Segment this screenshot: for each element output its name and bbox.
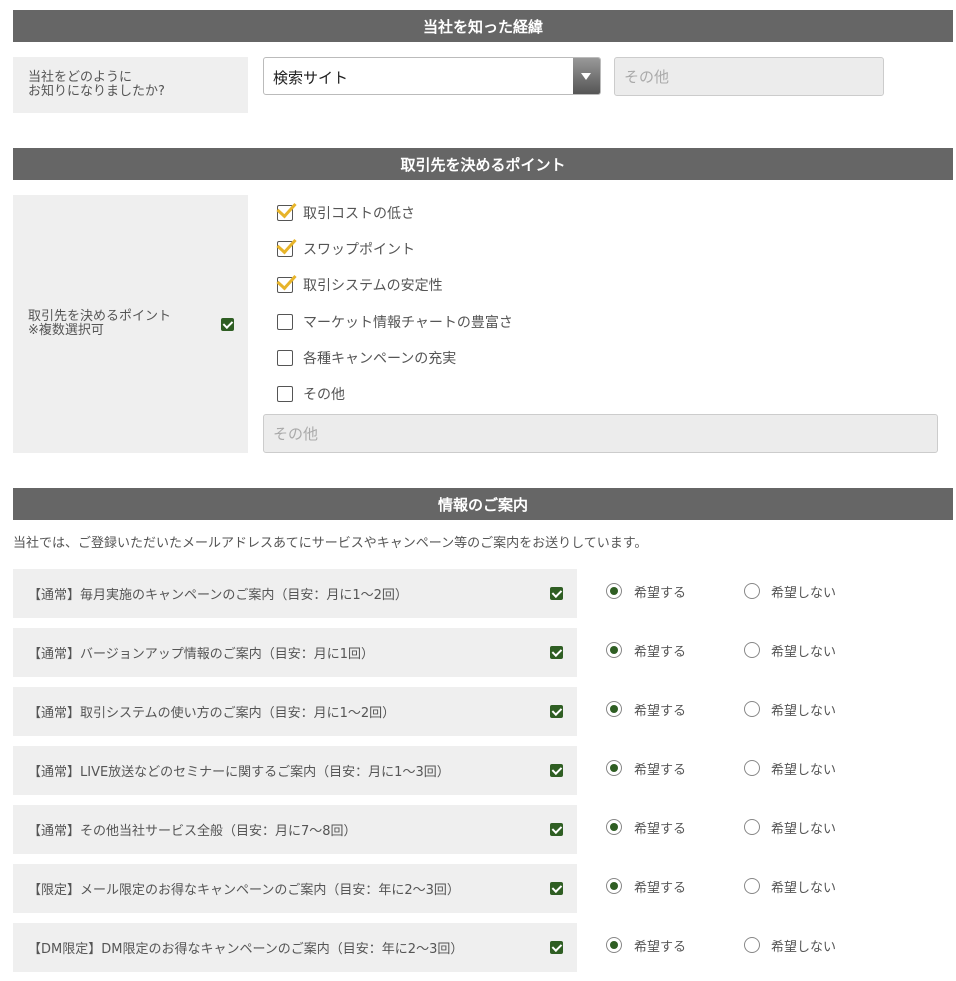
radio-no[interactable] <box>744 937 760 953</box>
checkbox[interactable] <box>277 314 293 330</box>
radio-no-label: 希望しない <box>771 645 837 660</box>
info-label-cell: 【通常】バージョンアップ情報のご案内（目安：月に1回） <box>13 628 577 677</box>
section-title: 当社を知った経緯 <box>422 17 543 36</box>
info-label-cell: 【通常】LIVE放送などのセミナーに関するご案内（目安：月に1～3回） <box>13 746 577 795</box>
checkbox[interactable] <box>277 350 293 366</box>
decision-option-label: スワップポイント <box>303 242 415 258</box>
decision-option-label: 各種キャンペーンの充実 <box>303 351 457 367</box>
decision-label-cell: 取引先を決めるポイント ※複数選択可 <box>13 195 248 453</box>
info-label: 【限定】メール限定のお得なキャンペーンのご案内（目安：年に2～3回） <box>28 883 460 898</box>
decision-option-label: 取引コストの低さ <box>303 206 415 222</box>
decision-option[interactable]: スワップポイント <box>276 233 415 259</box>
info-label: 【通常】毎月実施のキャンペーンのご案内（目安：月に1～2回） <box>28 588 408 603</box>
referral-label-line1: 当社をどのように <box>28 70 133 85</box>
info-label-cell: 【限定】メール限定のお得なキャンペーンのご案内（目安：年に2～3回） <box>13 864 577 913</box>
info-label-cell: 【通常】毎月実施のキャンペーンのご案内（目安：月に1～2回） <box>13 569 577 618</box>
required-check-icon <box>550 764 563 777</box>
radio-yes-label: 希望する <box>634 645 687 660</box>
referral-label-cell: 当社をどのように お知りになりましたか? <box>13 57 248 113</box>
radio-no-label: 希望しない <box>771 881 837 896</box>
decision-label-line1: 取引先を決めるポイント <box>28 309 172 324</box>
decision-label: 取引先を決めるポイント ※複数選択可 <box>28 310 171 338</box>
checkmark-icon <box>276 269 297 291</box>
decision-option-label: マーケット情報チャートの豊富さ <box>303 315 513 331</box>
radio-no-label: 希望しない <box>771 763 837 778</box>
section-header-info: 情報のご案内 <box>13 488 953 520</box>
radio-no[interactable] <box>744 760 760 776</box>
radio-yes[interactable] <box>606 937 622 953</box>
required-check-icon <box>550 587 563 600</box>
checkmark-icon <box>276 197 297 219</box>
decision-other-placeholder: その他 <box>273 425 319 443</box>
info-intro-text: 当社では、ご登録いただいたメールアドレスあてにサービスやキャンペーン等のご案内を… <box>13 536 648 551</box>
referral-other-placeholder: その他 <box>624 68 670 86</box>
radio-no[interactable] <box>744 642 760 658</box>
radio-no[interactable] <box>744 583 760 599</box>
decision-option[interactable]: その他 <box>277 384 345 404</box>
referral-label: 当社をどのように お知りになりましたか? <box>28 71 165 99</box>
decision-option[interactable]: マーケット情報チャートの豊富さ <box>277 312 513 332</box>
referral-select-value: 検索サイト <box>273 69 349 87</box>
decision-option-label: その他 <box>303 387 345 403</box>
decision-option[interactable]: 各種キャンペーンの充実 <box>277 348 456 368</box>
required-check-icon <box>550 705 563 718</box>
section-header-referral: 当社を知った経緯 <box>13 10 953 42</box>
section-header-decision-points: 取引先を決めるポイント <box>13 148 953 180</box>
info-label: 【通常】取引システムの使い方のご案内（目安：月に1～2回） <box>28 706 396 721</box>
radio-yes[interactable] <box>606 819 622 835</box>
info-label: 【通常】バージョンアップ情報のご案内（目安：月に1回） <box>28 647 375 662</box>
radio-yes-label: 希望する <box>634 822 687 837</box>
referral-other-input[interactable]: その他 <box>614 57 884 96</box>
section-title: 情報のご案内 <box>437 495 528 514</box>
info-label: 【通常】LIVE放送などのセミナーに関するご案内（目安：月に1～3回） <box>28 765 450 780</box>
radio-no[interactable] <box>744 701 760 717</box>
radio-no[interactable] <box>744 819 760 835</box>
required-check-icon <box>221 318 234 331</box>
radio-no-label: 希望しない <box>771 586 837 601</box>
decision-label-line2: ※複数選択可 <box>28 323 104 338</box>
radio-yes-label: 希望する <box>634 881 687 896</box>
radio-yes[interactable] <box>606 760 622 776</box>
checkbox[interactable] <box>276 269 297 293</box>
referral-select[interactable]: 検索サイト <box>263 57 601 95</box>
radio-yes[interactable] <box>606 583 622 599</box>
checkbox[interactable] <box>277 386 293 402</box>
decision-option[interactable]: 取引システムの安定性 <box>276 269 443 295</box>
checkbox[interactable] <box>276 197 297 221</box>
checkmark-icon <box>276 233 297 255</box>
checkbox[interactable] <box>276 233 297 257</box>
decision-other-input[interactable]: その他 <box>263 414 938 453</box>
required-check-icon <box>550 882 563 895</box>
referral-label-line2: お知りになりましたか? <box>28 84 165 99</box>
radio-no[interactable] <box>744 878 760 894</box>
info-label: 【DM限定】DM限定のお得なキャンペーンのご案内（目安：年に2～3回） <box>28 942 464 957</box>
section-title: 取引先を決めるポイント <box>400 155 566 174</box>
decision-option[interactable]: 取引コストの低さ <box>276 197 415 223</box>
radio-no-label: 希望しない <box>771 704 837 719</box>
info-label-cell: 【DM限定】DM限定のお得なキャンペーンのご案内（目安：年に2～3回） <box>13 923 577 972</box>
radio-yes[interactable] <box>606 878 622 894</box>
chevron-down-icon[interactable] <box>573 58 600 94</box>
radio-yes[interactable] <box>606 701 622 717</box>
radio-yes-label: 希望する <box>634 763 687 778</box>
radio-yes-label: 希望する <box>634 586 687 601</box>
radio-yes-label: 希望する <box>634 704 687 719</box>
info-label: 【通常】その他当社サービス全般（目安：月に7～8回） <box>28 824 357 839</box>
info-label-cell: 【通常】取引システムの使い方のご案内（目安：月に1～2回） <box>13 687 577 736</box>
radio-yes[interactable] <box>606 642 622 658</box>
radio-no-label: 希望しない <box>771 940 837 955</box>
required-check-icon <box>550 823 563 836</box>
decision-option-label: 取引システムの安定性 <box>303 278 443 294</box>
radio-no-label: 希望しない <box>771 822 837 837</box>
radio-yes-label: 希望する <box>634 940 687 955</box>
info-label-cell: 【通常】その他当社サービス全般（目安：月に7～8回） <box>13 805 577 854</box>
required-check-icon <box>550 941 563 954</box>
required-check-icon <box>550 646 563 659</box>
